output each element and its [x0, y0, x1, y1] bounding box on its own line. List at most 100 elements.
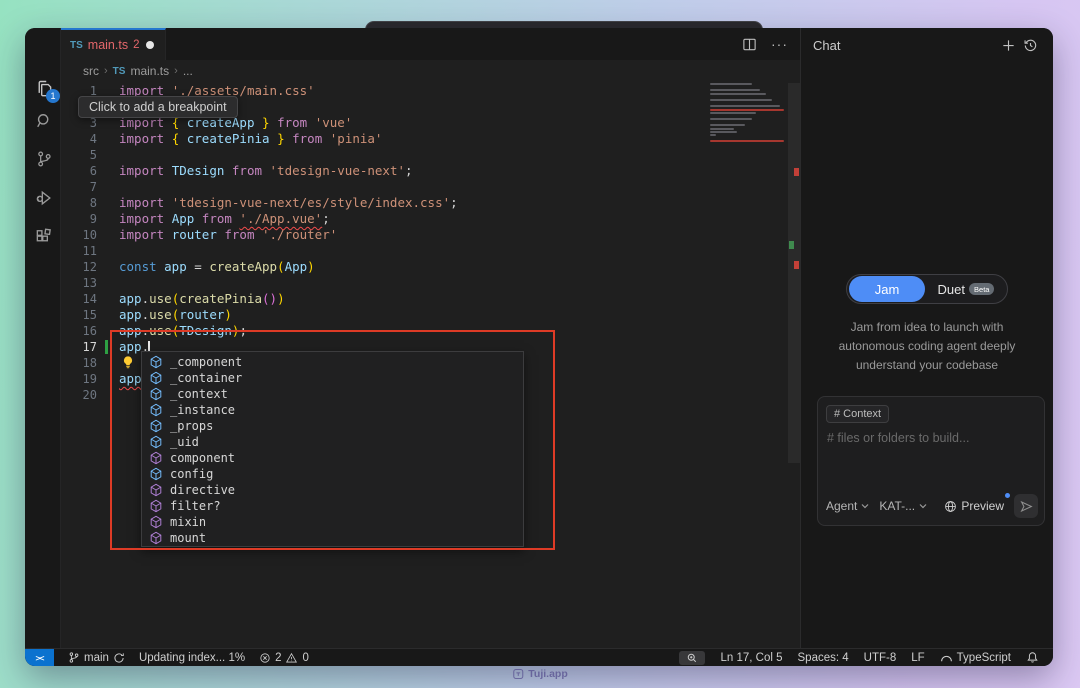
line-number[interactable]: 4 [61, 131, 97, 147]
context-chip[interactable]: # Context [826, 405, 889, 423]
minimap-line [710, 112, 756, 114]
line-number[interactable]: 14 [61, 291, 97, 307]
preview-toggle[interactable]: Preview [944, 499, 1004, 513]
breadcrumb-file[interactable]: main.ts [130, 64, 169, 78]
split-editor-icon[interactable] [742, 37, 757, 52]
line-number[interactable]: 12 [61, 259, 97, 275]
extensions-icon[interactable] [32, 225, 56, 249]
chevron-down-icon [919, 503, 927, 509]
history-icon[interactable] [1019, 38, 1041, 53]
line-number[interactable]: 16 [61, 323, 97, 339]
line-number[interactable]: 5 [61, 147, 97, 163]
minimap-line [710, 99, 772, 101]
autocomplete-item-_uid[interactable]: _uid [142, 434, 523, 450]
beta-badge: Beta [969, 283, 994, 295]
language-mode[interactable]: TypeScript [940, 652, 1011, 664]
autocomplete-item-component[interactable]: component [142, 450, 523, 466]
code-text: import TDesign from 'tdesign-vue-next'; [119, 163, 413, 179]
code-line-5[interactable]: 5 [61, 147, 800, 163]
code-line-11[interactable]: 11 [61, 243, 800, 259]
source-control-icon[interactable] [32, 147, 56, 171]
ide-window: 1 TS main.ts [25, 28, 1053, 666]
unsaved-dot-icon[interactable] [146, 41, 154, 49]
field-icon [149, 435, 163, 449]
indentation-indicator[interactable]: Spaces: 4 [798, 652, 849, 664]
line-number[interactable]: 17 [61, 339, 97, 355]
breadcrumb[interactable]: src › TS main.ts › ... [61, 60, 800, 82]
autocomplete-label: _component [170, 355, 242, 369]
preview-label: Preview [961, 499, 1004, 513]
autocomplete-item-filter[interactable]: filter? [142, 498, 523, 514]
autocomplete-label: _context [170, 387, 228, 401]
autocomplete-item-directive[interactable]: directive [142, 482, 523, 498]
eol-indicator[interactable]: LF [911, 652, 924, 664]
run-debug-icon[interactable] [32, 186, 56, 210]
model-label: KAT-... [879, 499, 915, 513]
line-number[interactable]: 7 [61, 179, 97, 195]
tab-main-ts[interactable]: TS main.ts 2 [61, 28, 166, 60]
code-line-4[interactable]: 4import { createPinia } from 'pinia' [61, 131, 800, 147]
bell-icon[interactable] [1026, 651, 1039, 664]
code-text: const app = createApp(App) [119, 259, 315, 275]
minimap[interactable] [710, 83, 784, 147]
duet-tab[interactable]: Duet Beta [925, 282, 1007, 297]
jam-tab[interactable]: Jam [849, 276, 925, 302]
breadcrumb-symbol[interactable]: ... [183, 64, 193, 78]
minimap-line [710, 109, 784, 111]
code-line-7[interactable]: 7 [61, 179, 800, 195]
problems-indicator[interactable]: 2 0 [259, 652, 309, 664]
line-number[interactable]: 13 [61, 275, 97, 291]
code-text: import router from './router' [119, 227, 337, 243]
send-button[interactable] [1014, 494, 1038, 518]
code-line-10[interactable]: 10 import router from './router' [61, 227, 800, 243]
scrollbar[interactable] [788, 83, 800, 463]
search-icon[interactable] [32, 109, 56, 133]
new-chat-icon[interactable] [997, 38, 1019, 53]
autocomplete-item-mixin[interactable]: mixin [142, 514, 523, 530]
autocomplete-item-_context[interactable]: _context [142, 386, 523, 402]
zoom-indicator[interactable] [679, 651, 705, 665]
code-line-13[interactable]: 13 [61, 275, 800, 291]
autocomplete-item-mount[interactable]: mount [142, 530, 523, 546]
breadcrumb-folder[interactable]: src [83, 64, 99, 78]
code-line-12[interactable]: 12 const app = createApp(App) [61, 259, 800, 275]
autocomplete-item-_component[interactable]: _component [142, 354, 523, 370]
code-line-16[interactable]: 16app.use(TDesign); [61, 323, 800, 339]
line-number[interactable]: 11 [61, 243, 97, 259]
explorer-icon[interactable]: 1 [32, 76, 56, 100]
agent-dropdown[interactable]: Agent [826, 499, 869, 513]
code-line-15[interactable]: 15 app.use(router) [61, 307, 800, 323]
branch-indicator[interactable]: main [68, 651, 125, 664]
indexing-status[interactable]: Updating index... 1% [139, 652, 245, 664]
method-icon [149, 499, 163, 513]
autocomplete-item-config[interactable]: config [142, 466, 523, 482]
autocomplete-label: directive [170, 483, 235, 497]
modified-line-marker [105, 340, 108, 354]
taskbar-app-label[interactable]: Tuji.app [512, 668, 567, 680]
line-number[interactable]: 10 [61, 227, 97, 243]
autocomplete-item-_container[interactable]: _container [142, 370, 523, 386]
chat-input[interactable] [827, 431, 1035, 486]
code-line-9[interactable]: 9import App from './App.vue'; [61, 211, 800, 227]
encoding-indicator[interactable]: UTF-8 [864, 652, 897, 664]
field-icon [149, 371, 163, 385]
line-number[interactable]: 20 [61, 387, 97, 403]
code-text: app.use(router) [119, 307, 232, 323]
autocomplete-item-_instance[interactable]: _instance [142, 402, 523, 418]
line-number[interactable]: 6 [61, 163, 97, 179]
remote-indicator[interactable]: >< [25, 649, 54, 666]
code-area[interactable]: 1import './assets/main.css'23import { cr… [61, 83, 800, 643]
cursor-position[interactable]: Ln 17, Col 5 [720, 652, 782, 664]
line-number[interactable]: 9 [61, 211, 97, 227]
lightbulb-icon[interactable] [121, 355, 135, 370]
line-number[interactable]: 15 [61, 307, 97, 323]
more-actions-icon[interactable]: ··· [771, 36, 788, 52]
line-number[interactable]: 8 [61, 195, 97, 211]
line-number[interactable]: 19 [61, 371, 97, 387]
code-line-8[interactable]: 8import 'tdesign-vue-next/es/style/index… [61, 195, 800, 211]
autocomplete-item-_props[interactable]: _props [142, 418, 523, 434]
line-number[interactable]: 18 [61, 355, 97, 371]
code-line-6[interactable]: 6 import TDesign from 'tdesign-vue-next'; [61, 163, 800, 179]
code-line-14[interactable]: 14app.use(createPinia()) [61, 291, 800, 307]
model-dropdown[interactable]: KAT-... [879, 499, 927, 513]
